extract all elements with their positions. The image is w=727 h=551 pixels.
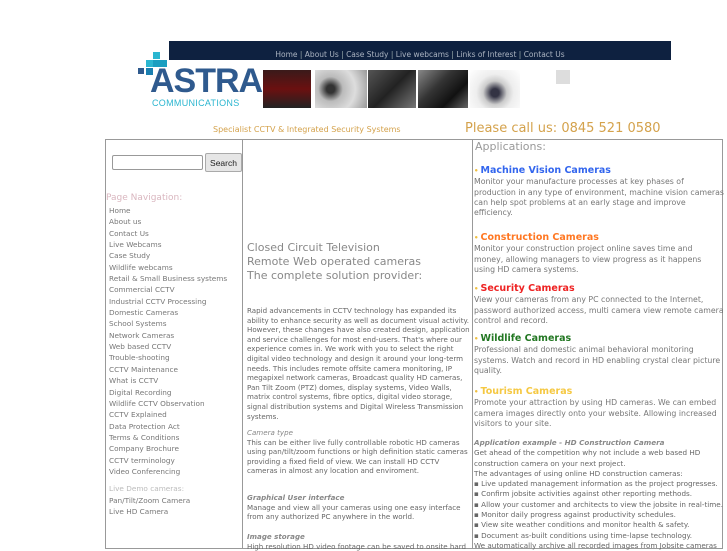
sidebar-link[interactable]: Industrial CCTV Processing — [109, 296, 227, 307]
search-button[interactable]: Search — [205, 153, 242, 172]
application-title-link[interactable]: Tourism Cameras — [474, 386, 724, 397]
application-example: Application example - HD Construction Ca… — [474, 438, 723, 550]
applications-panel: Applications: Machine Vision CamerasMoni… — [472, 139, 724, 550]
advantage-bullet: ▪ Confirm jobsite activities against oth… — [474, 489, 693, 499]
sidebar-link[interactable]: What is CCTV — [109, 375, 227, 386]
intro-text: Rapid advancements in CCTV technology ha… — [247, 306, 470, 421]
nav-case-study[interactable]: Case Study — [346, 50, 388, 59]
sidebar-link[interactable]: Domestic Cameras — [109, 307, 227, 318]
application-description: Professional and domestic animal behavio… — [474, 345, 721, 375]
application-description: Monitor your construction project online… — [474, 244, 702, 274]
application-title-link[interactable]: Machine Vision Cameras — [474, 165, 724, 176]
nav-live-webcams[interactable]: Live webcams — [396, 50, 449, 59]
section-image-storage: Image storage High resolution HD video fo… — [247, 532, 467, 551]
application-description: View your cameras from any PC connected … — [474, 295, 724, 325]
sidebar-link[interactable]: School Systems — [109, 318, 227, 329]
sidebar-link[interactable]: Live Webcams — [109, 239, 227, 250]
bullet-icon: ▪ — [474, 489, 479, 499]
sidebar-link[interactable]: Data Protection Act — [109, 421, 227, 432]
sidebar-link[interactable]: About us — [109, 216, 227, 227]
application-item: Construction CamerasMonitor your constru… — [474, 232, 724, 275]
application-title-link[interactable]: Security Cameras — [474, 283, 724, 294]
nav-links[interactable]: Links of Interest — [456, 50, 516, 59]
section-gui: Graphical User interface Manage and view … — [247, 493, 461, 522]
demo-camera-link[interactable]: Live HD Camera — [109, 506, 190, 517]
nav-home[interactable]: Home — [275, 50, 297, 59]
bullet-icon: ▪ — [474, 520, 479, 530]
advantage-bullet: ▪ View site weather conditions and monit… — [474, 520, 690, 530]
application-item: Tourism CamerasPromote your attraction b… — [474, 386, 724, 429]
application-title-link[interactable]: Construction Cameras — [474, 232, 724, 243]
live-demo-heading: Live Demo cameras: — [109, 484, 185, 493]
application-item: Security CamerasView your cameras from a… — [474, 283, 724, 326]
banner-image-dome-camera — [470, 70, 520, 108]
application-title-link[interactable]: Wildlife Cameras — [474, 333, 724, 344]
section-camera-type: Camera type This can be either live fully… — [247, 428, 468, 476]
sidebar-link[interactable]: Digital Recording — [109, 387, 227, 398]
headline: Closed Circuit Television Remote Web oper… — [247, 241, 423, 282]
sidebar-link[interactable]: Wildlife webcams — [109, 262, 227, 273]
advantage-bullet: ▪ Allow your customer and architects to … — [474, 499, 723, 509]
sidebar: Search Page Navigation: Home About us Cont… — [105, 139, 243, 549]
sidebar-link[interactable]: Terms & Conditions — [109, 432, 227, 443]
sidebar-link[interactable]: Case Study — [109, 250, 227, 261]
logo[interactable]: ASTRA COMMUNICATIONS — [138, 50, 263, 110]
nav-about[interactable]: About Us — [305, 50, 339, 59]
sidebar-link[interactable]: Retail & Small Business systems — [109, 273, 227, 284]
application-item: Wildlife CamerasProfessional and domesti… — [474, 333, 724, 376]
banner-image-lens — [315, 70, 367, 108]
advantage-bullet: ▪ Live updated management information as… — [474, 479, 718, 489]
bullet-icon: ▪ — [474, 510, 479, 520]
sidebar-link[interactable]: CCTV Maintenance — [109, 364, 227, 375]
phone-number: Please call us: 0845 521 0580 — [465, 121, 661, 136]
bullet-icon: ▪ — [474, 479, 479, 489]
demo-camera-link[interactable]: Pan/Tilt/Zoom Camera — [109, 495, 190, 506]
bullet-icon: ▪ — [474, 499, 479, 509]
banner-image-laptop-case — [418, 70, 468, 108]
sidebar-link[interactable]: Web based CCTV — [109, 341, 227, 352]
search-input[interactable] — [112, 155, 203, 170]
sidebar-link[interactable]: Commercial CCTV — [109, 284, 227, 295]
advantage-bullet: ▪ Document as-built conditions using tim… — [474, 530, 693, 540]
application-description: Promote your attraction by using HD came… — [474, 398, 717, 428]
application-item: Machine Vision CamerasMonitor your manuf… — [474, 165, 724, 218]
sidebar-link[interactable]: Trouble-shooting — [109, 352, 227, 363]
advantage-bullet: ▪ Monitor daily progress against product… — [474, 510, 676, 520]
banner-image-case — [368, 70, 416, 108]
sidebar-link[interactable]: Home — [109, 205, 227, 216]
tagline: Specialist CCTV & Integrated Security Sy… — [213, 125, 401, 134]
sidebar-link[interactable]: Network Cameras — [109, 330, 227, 341]
application-description: Monitor your manufacture processes at ke… — [474, 177, 724, 218]
sidebar-link[interactable]: Company Brochure — [109, 443, 227, 454]
nav-contact[interactable]: Contact Us — [524, 50, 565, 59]
banner-image-led — [263, 70, 311, 108]
page-navigation-heading: Page Navigation: — [106, 193, 183, 203]
sidebar-link[interactable]: Contact Us — [109, 228, 227, 239]
sidebar-link[interactable]: Wildlife CCTV Observation — [109, 398, 227, 409]
main-content: Closed Circuit Television Remote Web oper… — [242, 139, 473, 551]
bullet-icon: ▪ — [474, 530, 479, 540]
applications-heading: Applications: — [475, 140, 546, 153]
banner-image-small — [556, 70, 570, 84]
sidebar-link[interactable]: CCTV Explained — [109, 409, 227, 420]
sidebar-link[interactable]: CCTV terminology — [109, 455, 227, 466]
sidebar-link[interactable]: Video Conferencing — [109, 466, 227, 477]
